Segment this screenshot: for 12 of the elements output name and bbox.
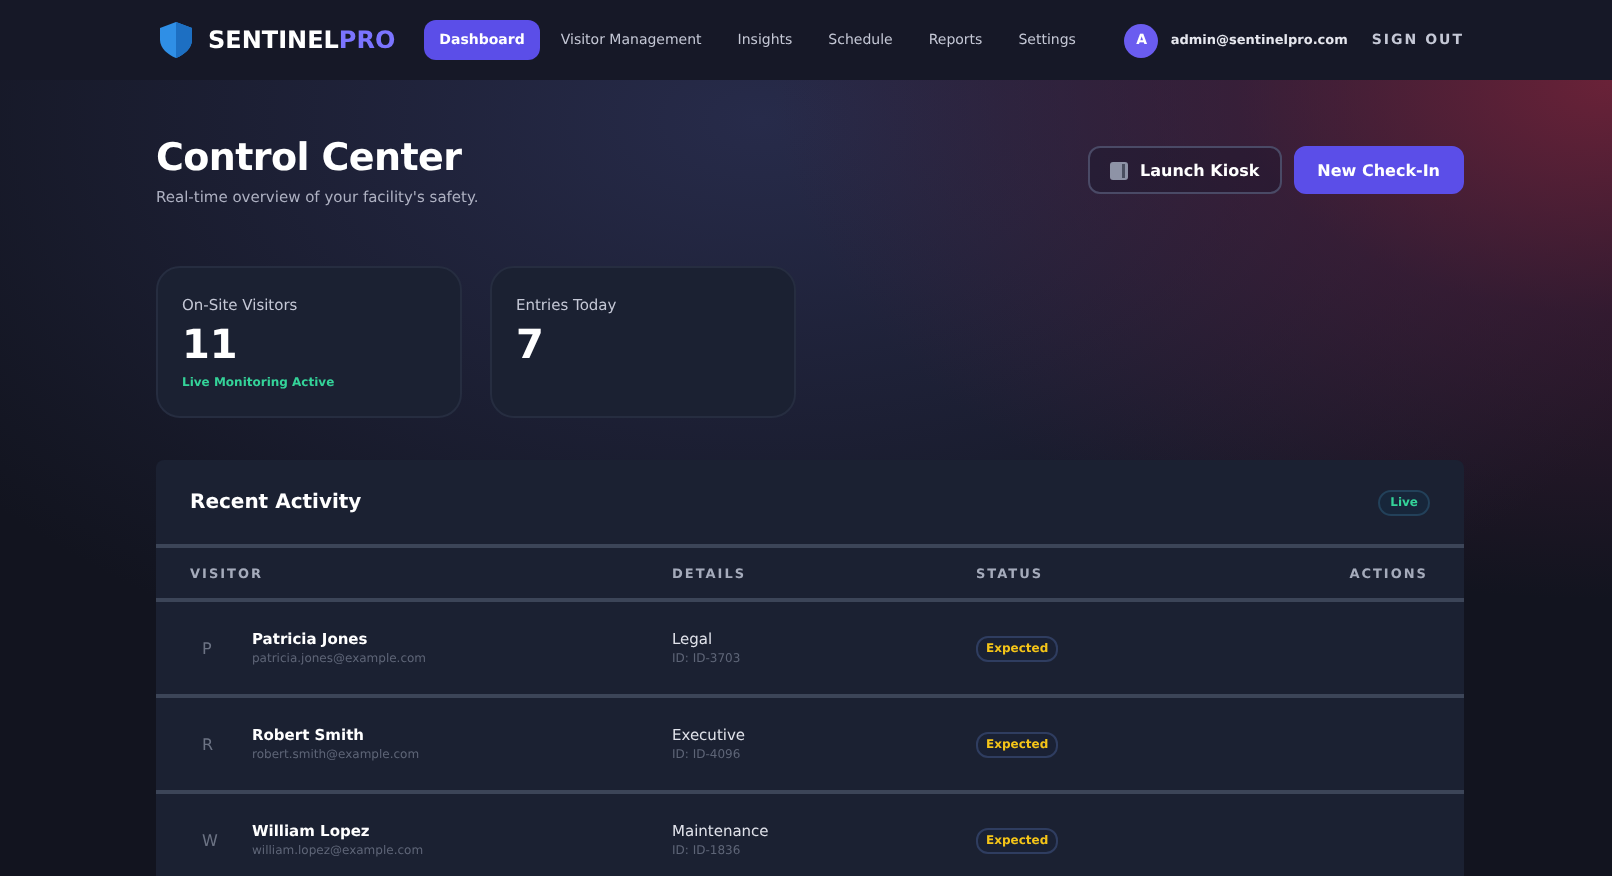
stat-value: 7 bbox=[516, 320, 546, 368]
brand-logo[interactable]: SENTINELPRO bbox=[208, 26, 396, 54]
page-title: Control Center bbox=[156, 136, 464, 180]
visitor-initial: W bbox=[202, 831, 220, 849]
panel-title: Recent Activity bbox=[190, 491, 362, 513]
stat-value: 11 bbox=[182, 320, 240, 368]
check-in-button[interactable]: New Check-In bbox=[1293, 146, 1464, 194]
visitor-initial: R bbox=[202, 735, 216, 753]
kiosk-button[interactable]: Launch Kiosk bbox=[1088, 146, 1282, 194]
kiosk-icon bbox=[1110, 161, 1129, 179]
visitor-initial: P bbox=[202, 639, 214, 657]
shield-icon bbox=[160, 22, 192, 58]
